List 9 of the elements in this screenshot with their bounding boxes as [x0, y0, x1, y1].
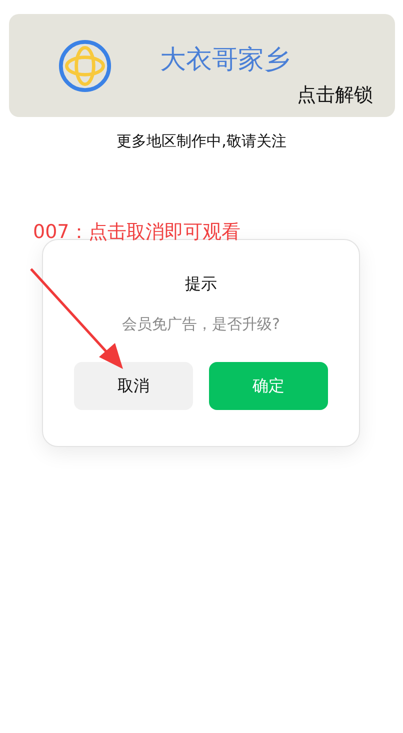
cancel-button[interactable]: 取消	[74, 362, 193, 410]
globe-icon	[58, 38, 112, 92]
dialog-message: 会员免广告，是否升级?	[122, 315, 280, 334]
annotation-text: 007：点击取消即可观看	[33, 221, 240, 243]
region-card[interactable]: 大衣哥家乡 点击解锁	[9, 14, 395, 117]
unlock-link[interactable]: 点击解锁	[297, 82, 373, 108]
region-title: 大衣哥家乡	[160, 44, 290, 77]
dialog-title: 提示	[185, 274, 217, 295]
notice-text: 更多地区制作中,敬请关注	[116, 132, 288, 151]
